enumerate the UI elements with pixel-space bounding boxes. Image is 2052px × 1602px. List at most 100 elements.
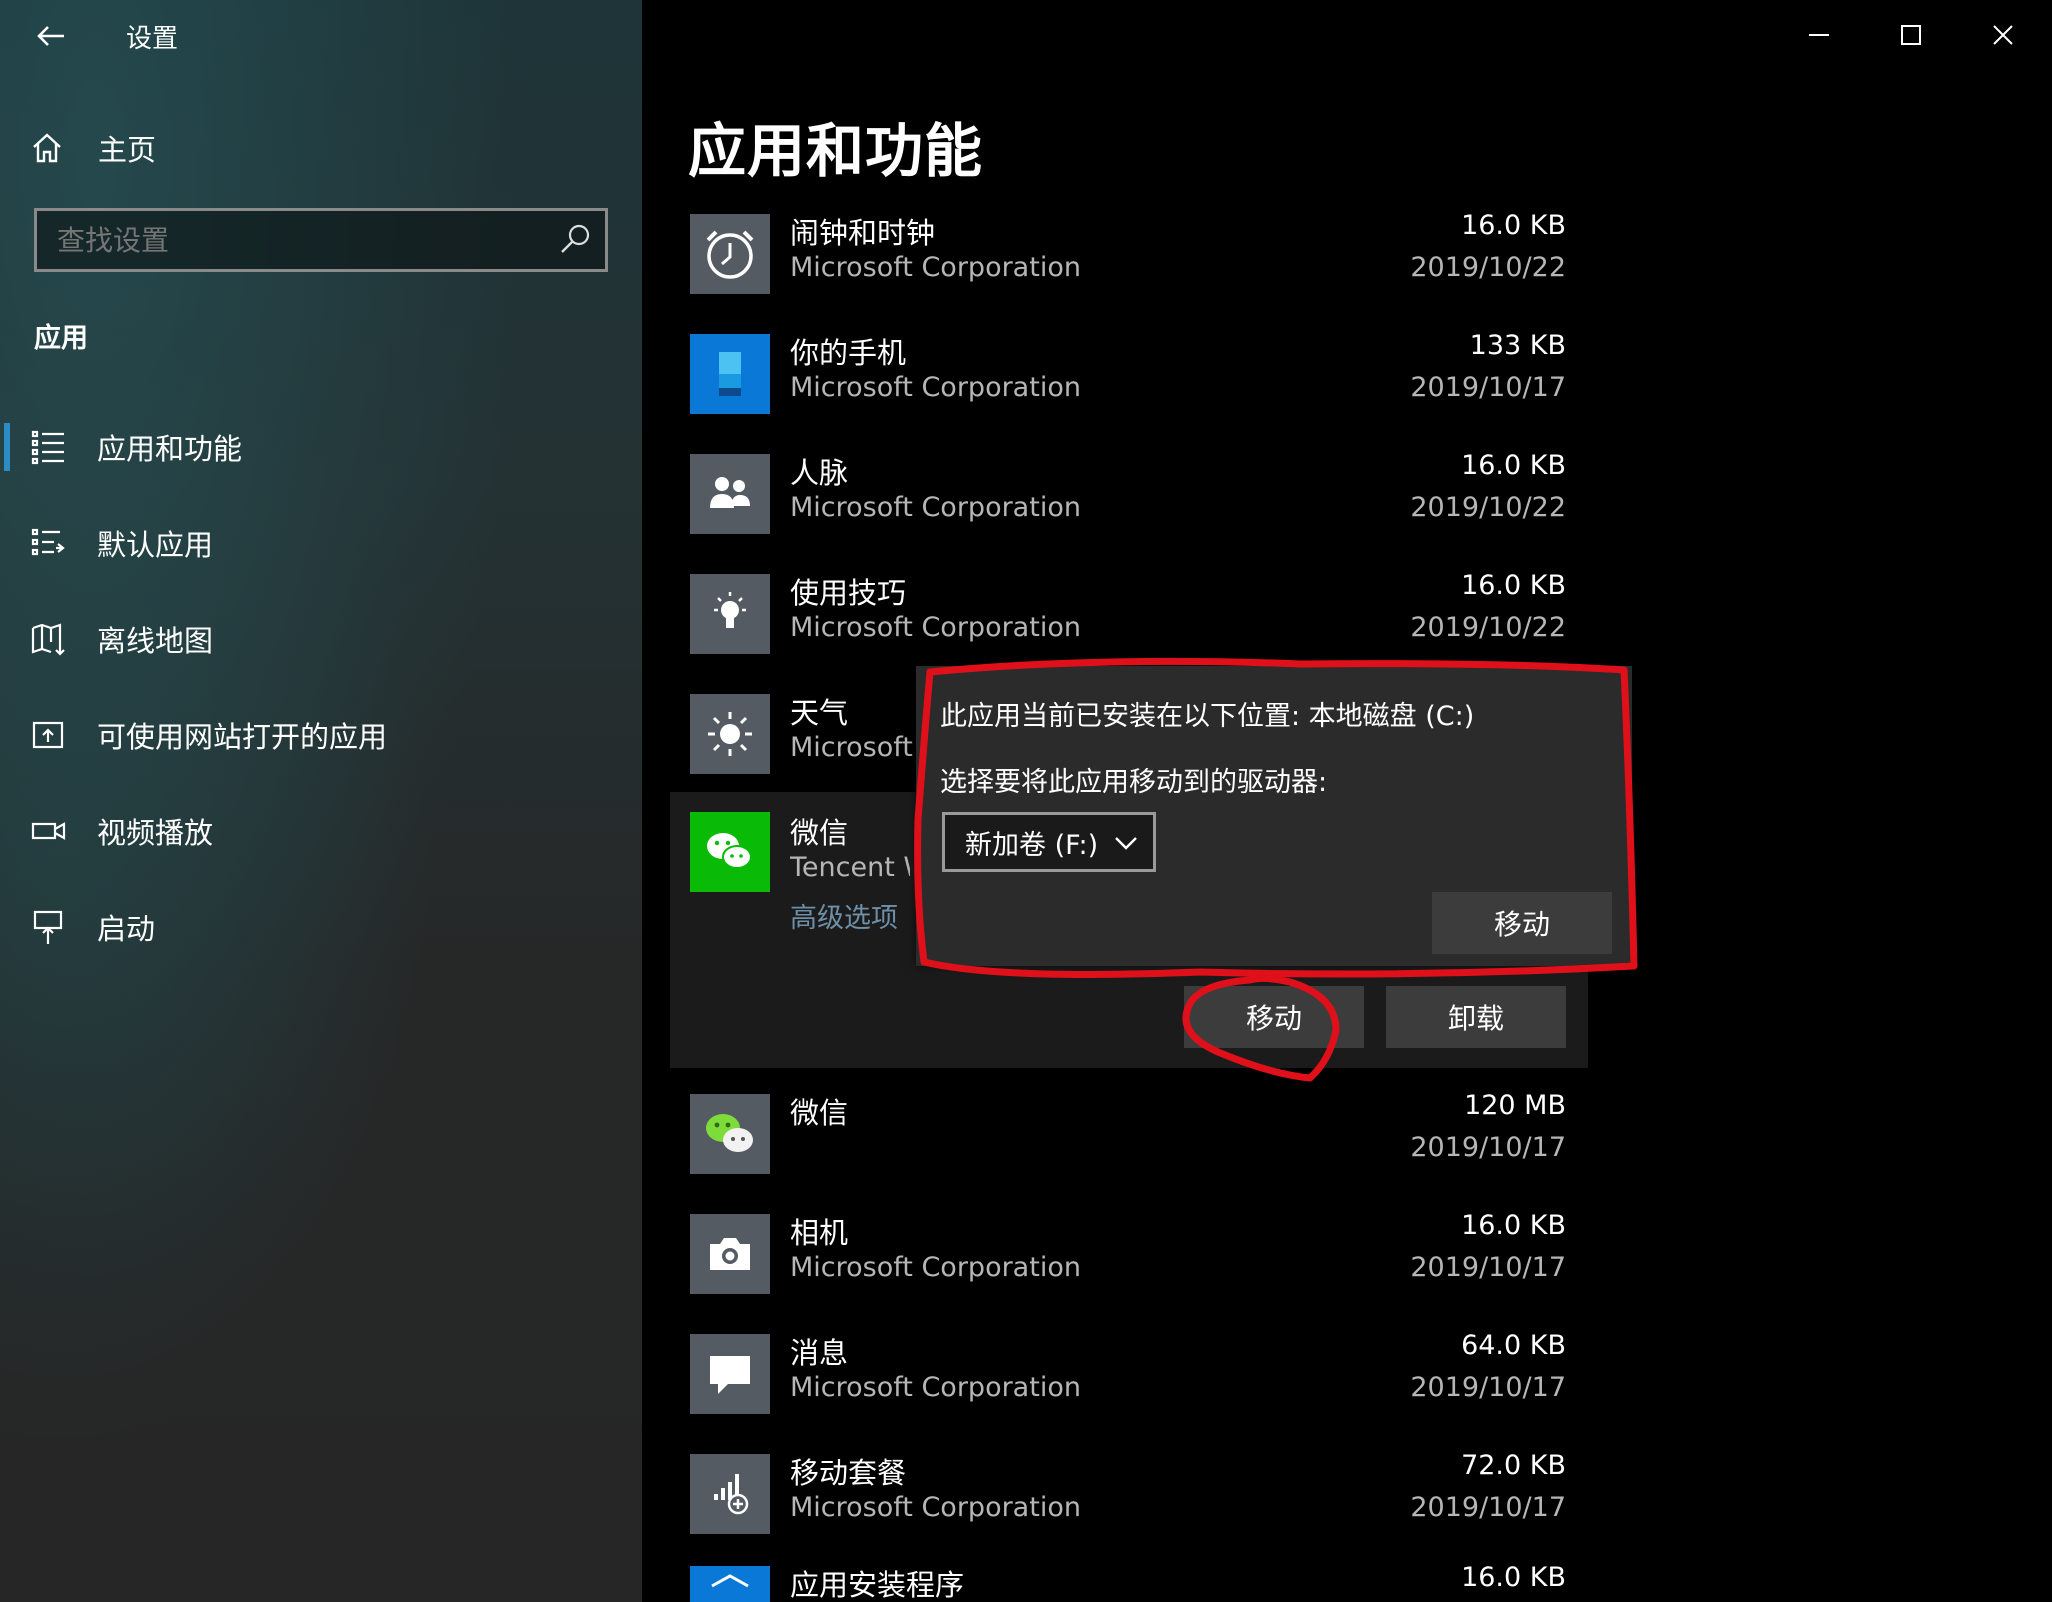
- app-publisher: Microsoft Corporation: [790, 1492, 1081, 1523]
- sidebar-item-label: 视频播放: [97, 816, 214, 850]
- sidebar-item-home[interactable]: 主页: [30, 120, 590, 176]
- move-button[interactable]: 移动: [1184, 986, 1364, 1048]
- app-publisher: Microsoft Corporation: [790, 612, 1081, 643]
- page-title: 应用和功能: [688, 117, 984, 185]
- app-publisher: Tencent W: [790, 852, 910, 883]
- search-input[interactable]: [37, 222, 555, 258]
- chevron-down-icon: [1115, 837, 1137, 850]
- app-name: 人脉: [790, 456, 849, 490]
- app-publisher: Microsoft Corporation: [790, 372, 1081, 403]
- sidebar-item-startup[interactable]: 启动: [0, 892, 642, 962]
- tips-lightbulb-icon: [690, 574, 770, 654]
- apps-list-icon: [31, 430, 64, 465]
- app-name: 闹钟和时钟: [790, 216, 936, 250]
- people-icon: [690, 454, 770, 534]
- sidebar-item-label: 离线地图: [97, 624, 214, 658]
- app-publisher: Microsoft Corporation: [790, 1252, 1081, 1283]
- offline-map-icon: [31, 623, 65, 656]
- mobile-plans-icon: [690, 1454, 770, 1534]
- section-heading: 应用: [34, 323, 88, 354]
- wechat-desktop-icon: [690, 1094, 770, 1174]
- app-list-item[interactable]: 人脉 Microsoft Corporation 16.0 KB 2019/10…: [670, 446, 1588, 566]
- wechat-icon: [690, 812, 770, 892]
- app-size: 16.0 KB: [1461, 450, 1566, 481]
- search-box[interactable]: [34, 208, 608, 272]
- sidebar-item-label: 应用和功能: [97, 432, 243, 466]
- sidebar-item-video-playback[interactable]: 视频播放: [0, 796, 642, 866]
- app-publisher: Microsoft Corporation: [790, 252, 1081, 283]
- app-date: 2019/10/17: [1410, 1252, 1566, 1283]
- app-publisher: Microsoft: [790, 732, 913, 763]
- phone-icon: [690, 334, 770, 414]
- back-arrow-icon: [37, 26, 64, 46]
- app-size: 16.0 KB: [1461, 1210, 1566, 1241]
- app-size: 120 MB: [1464, 1090, 1566, 1121]
- search-icon[interactable]: [555, 220, 595, 260]
- uninstall-button[interactable]: 卸载: [1386, 986, 1566, 1048]
- minimize-icon: [1809, 34, 1829, 36]
- app-publisher: Microsoft Corporation: [790, 1372, 1081, 1403]
- close-icon: [1993, 25, 2013, 45]
- video-icon: [31, 822, 66, 840]
- app-size: 16.0 KB: [1461, 570, 1566, 601]
- app-date: 2019/10/17: [1410, 1372, 1566, 1403]
- app-list-item[interactable]: 你的手机 Microsoft Corporation 133 KB 2019/1…: [670, 326, 1588, 446]
- home-icon: [33, 133, 61, 163]
- choose-drive-label: 选择要将此应用移动到的驱动器:: [940, 767, 1328, 798]
- app-list-item[interactable]: 相机 Microsoft Corporation 16.0 KB 2019/10…: [670, 1206, 1588, 1326]
- maximize-icon: [1901, 25, 1921, 45]
- app-name: 你的手机: [790, 336, 907, 370]
- close-button[interactable]: [1968, 10, 2038, 60]
- sidebar: 设置 主页 应用 应用和功能 默认应: [0, 0, 642, 1602]
- app-publisher: Microsoft Corporation: [790, 492, 1081, 523]
- app-name: 微信: [790, 816, 849, 850]
- current-location-text: 此应用当前已安装在以下位置: 本地磁盘 (C:): [940, 701, 1475, 732]
- app-name: 应用安装程序: [790, 1568, 965, 1602]
- advanced-options-link[interactable]: 高级选项: [790, 896, 898, 935]
- weather-sun-icon: [690, 694, 770, 774]
- sidebar-item-default-apps[interactable]: 默认应用: [0, 508, 642, 578]
- app-list-item[interactable]: 移动套餐 Microsoft Corporation 72.0 KB 2019/…: [670, 1446, 1588, 1566]
- app-name: 消息: [790, 1336, 849, 1370]
- app-name: 微信: [790, 1096, 849, 1130]
- app-date: 2019/10/17: [1410, 1492, 1566, 1523]
- app-name: 天气: [790, 696, 849, 730]
- minimize-button[interactable]: [1784, 10, 1854, 60]
- website-apps-icon: [32, 721, 64, 749]
- flyout-move-button[interactable]: 移动: [1432, 892, 1612, 954]
- app-date: 2019/10/22: [1410, 612, 1566, 643]
- app-date: 2019/10/22: [1410, 492, 1566, 523]
- sidebar-home-label: 主页: [98, 133, 157, 167]
- drive-dropdown-value: 新加卷 (F:): [965, 829, 1099, 861]
- app-date: 2019/10/17: [1410, 372, 1566, 403]
- app-size: 16.0 KB: [1461, 210, 1566, 241]
- message-icon: [690, 1334, 770, 1414]
- back-button[interactable]: [30, 14, 74, 58]
- sidebar-item-offline-maps[interactable]: 离线地图: [0, 604, 642, 674]
- app-size: 72.0 KB: [1461, 1450, 1566, 1481]
- app-size: 16.0 KB: [1461, 1566, 1566, 1593]
- app-date: 2019/10/22: [1410, 252, 1566, 283]
- app-list-item[interactable]: 微信 120 MB 2019/10/17: [670, 1086, 1588, 1206]
- sidebar-item-label: 启动: [97, 912, 156, 946]
- sidebar-item-apps-features[interactable]: 应用和功能: [0, 412, 642, 482]
- app-list-item[interactable]: 闹钟和时钟 Microsoft Corporation 16.0 KB 2019…: [670, 206, 1588, 326]
- alarm-clock-icon: [690, 214, 770, 294]
- window-title: 设置: [126, 24, 179, 54]
- app-size: 64.0 KB: [1461, 1330, 1566, 1361]
- sidebar-item-website-apps[interactable]: 可使用网站打开的应用: [0, 700, 642, 770]
- default-apps-icon: [31, 528, 65, 556]
- startup-icon: [33, 910, 63, 944]
- app-size: 133 KB: [1469, 330, 1566, 361]
- move-app-flyout: 此应用当前已安装在以下位置: 本地磁盘 (C:) 选择要将此应用移动到的驱动器:…: [916, 666, 1632, 966]
- app-name: 使用技巧: [790, 576, 907, 610]
- app-name: 相机: [790, 1216, 849, 1250]
- app-list-item[interactable]: 消息 Microsoft Corporation 64.0 KB 2019/10…: [670, 1326, 1588, 1446]
- app-name: 移动套餐: [790, 1456, 907, 1490]
- app-installer-icon: [690, 1566, 770, 1602]
- app-list-item[interactable]: 应用安装程序 16.0 KB: [670, 1566, 1588, 1602]
- maximize-button[interactable]: [1876, 10, 1946, 60]
- drive-dropdown[interactable]: 新加卷 (F:): [942, 812, 1156, 872]
- sidebar-item-label: 默认应用: [97, 528, 214, 562]
- camera-icon: [690, 1214, 770, 1294]
